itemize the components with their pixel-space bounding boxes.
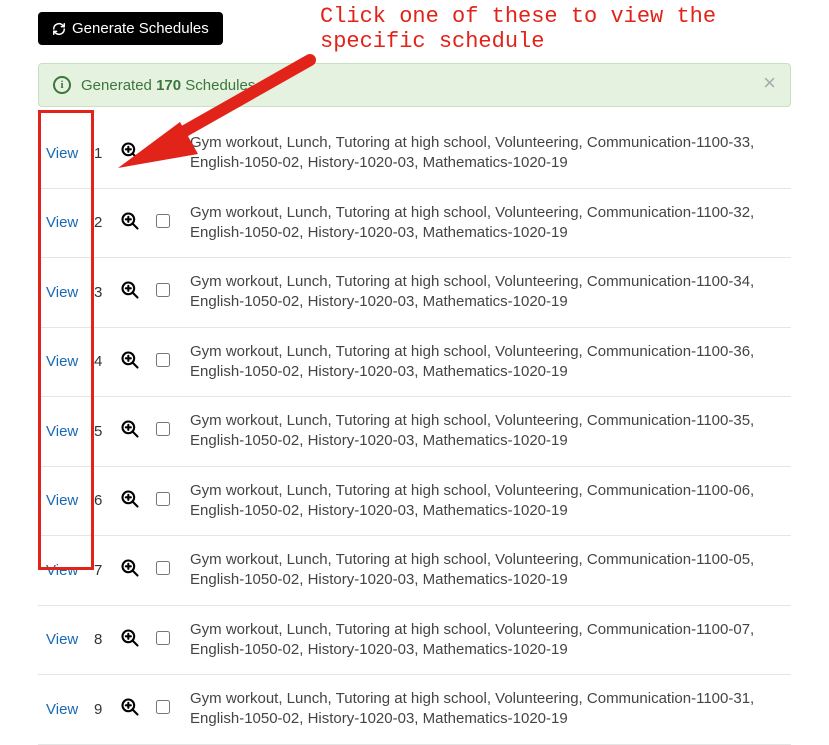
table-row: View 7 Gym workout, Lunch, Tutoring at hi…: [38, 536, 791, 606]
annotation-text: Click one of these to view the specific …: [320, 4, 750, 55]
schedule-description: Gym workout, Lunch, Tutoring at high sch…: [182, 397, 791, 467]
select-schedule-checkbox[interactable]: [156, 144, 170, 158]
row-number: 1: [86, 119, 112, 188]
table-row: View 1 Gym workout, Lunch, Tutoring at hi…: [38, 119, 791, 188]
table-row: View 4 Gym workout, Lunch, Tutoring at hi…: [38, 327, 791, 397]
zoom-button[interactable]: [120, 419, 140, 439]
view-link[interactable]: View: [46, 631, 78, 648]
row-number: 3: [86, 258, 112, 328]
view-link[interactable]: View: [46, 562, 78, 579]
table-row: View 2 Gym workout, Lunch, Tutoring at hi…: [38, 188, 791, 258]
view-link[interactable]: View: [46, 423, 78, 440]
row-number: 7: [86, 536, 112, 606]
generated-alert: i Generated 170 Schedules. ×: [38, 63, 791, 107]
close-icon: ×: [763, 70, 776, 95]
alert-text: Generated 170 Schedules.: [81, 77, 259, 94]
zoom-button[interactable]: [120, 141, 140, 161]
zoom-button[interactable]: [120, 211, 140, 231]
magnify-plus-icon: [120, 141, 140, 161]
select-schedule-checkbox[interactable]: [156, 214, 170, 228]
table-row: View 5 Gym workout, Lunch, Tutoring at hi…: [38, 397, 791, 467]
row-number: 9: [86, 675, 112, 745]
magnify-plus-icon: [120, 419, 140, 439]
select-schedule-checkbox[interactable]: [156, 631, 170, 645]
zoom-button[interactable]: [120, 628, 140, 648]
magnify-plus-icon: [120, 558, 140, 578]
select-schedule-checkbox[interactable]: [156, 492, 170, 506]
select-schedule-checkbox[interactable]: [156, 353, 170, 367]
row-number: 8: [86, 605, 112, 675]
alert-close-button[interactable]: ×: [763, 72, 776, 94]
table-row: View 6 Gym workout, Lunch, Tutoring at hi…: [38, 466, 791, 536]
schedule-description: Gym workout, Lunch, Tutoring at high sch…: [182, 536, 791, 606]
view-link[interactable]: View: [46, 214, 78, 231]
magnify-plus-icon: [120, 628, 140, 648]
magnify-plus-icon: [120, 211, 140, 231]
view-link[interactable]: View: [46, 492, 78, 509]
schedule-description: Gym workout, Lunch, Tutoring at high sch…: [182, 258, 791, 328]
schedule-description: Gym workout, Lunch, Tutoring at high sch…: [182, 119, 791, 188]
alert-prefix: Generated: [81, 77, 156, 94]
view-link[interactable]: View: [46, 353, 78, 370]
alert-count: 170: [156, 77, 181, 94]
schedule-description: Gym workout, Lunch, Tutoring at high sch…: [182, 466, 791, 536]
info-icon: i: [53, 76, 71, 94]
select-schedule-checkbox[interactable]: [156, 561, 170, 575]
row-number: 6: [86, 466, 112, 536]
row-number: 5: [86, 397, 112, 467]
schedule-description: Gym workout, Lunch, Tutoring at high sch…: [182, 327, 791, 397]
refresh-icon: [52, 22, 66, 36]
select-schedule-checkbox[interactable]: [156, 422, 170, 436]
zoom-button[interactable]: [120, 280, 140, 300]
magnify-plus-icon: [120, 280, 140, 300]
view-link[interactable]: View: [46, 284, 78, 301]
table-row: View 3 Gym workout, Lunch, Tutoring at hi…: [38, 258, 791, 328]
magnify-plus-icon: [120, 489, 140, 509]
zoom-button[interactable]: [120, 558, 140, 578]
table-row: View 9 Gym workout, Lunch, Tutoring at hi…: [38, 675, 791, 745]
schedule-description: Gym workout, Lunch, Tutoring at high sch…: [182, 605, 791, 675]
zoom-button[interactable]: [120, 350, 140, 370]
view-link[interactable]: View: [46, 145, 78, 162]
generate-schedules-label: Generate Schedules: [72, 20, 209, 37]
row-number: 2: [86, 188, 112, 258]
row-number: 4: [86, 327, 112, 397]
select-schedule-checkbox[interactable]: [156, 700, 170, 714]
table-row: View 8 Gym workout, Lunch, Tutoring at hi…: [38, 605, 791, 675]
select-schedule-checkbox[interactable]: [156, 283, 170, 297]
schedules-table: View 1 Gym workout, Lunch, Tutoring at hi…: [38, 119, 791, 745]
magnify-plus-icon: [120, 697, 140, 717]
schedule-description: Gym workout, Lunch, Tutoring at high sch…: [182, 188, 791, 258]
zoom-button[interactable]: [120, 697, 140, 717]
zoom-button[interactable]: [120, 489, 140, 509]
magnify-plus-icon: [120, 350, 140, 370]
generate-schedules-button[interactable]: Generate Schedules: [38, 12, 223, 45]
alert-suffix: Schedules.: [181, 77, 259, 94]
view-link[interactable]: View: [46, 701, 78, 718]
schedule-description: Gym workout, Lunch, Tutoring at high sch…: [182, 675, 791, 745]
